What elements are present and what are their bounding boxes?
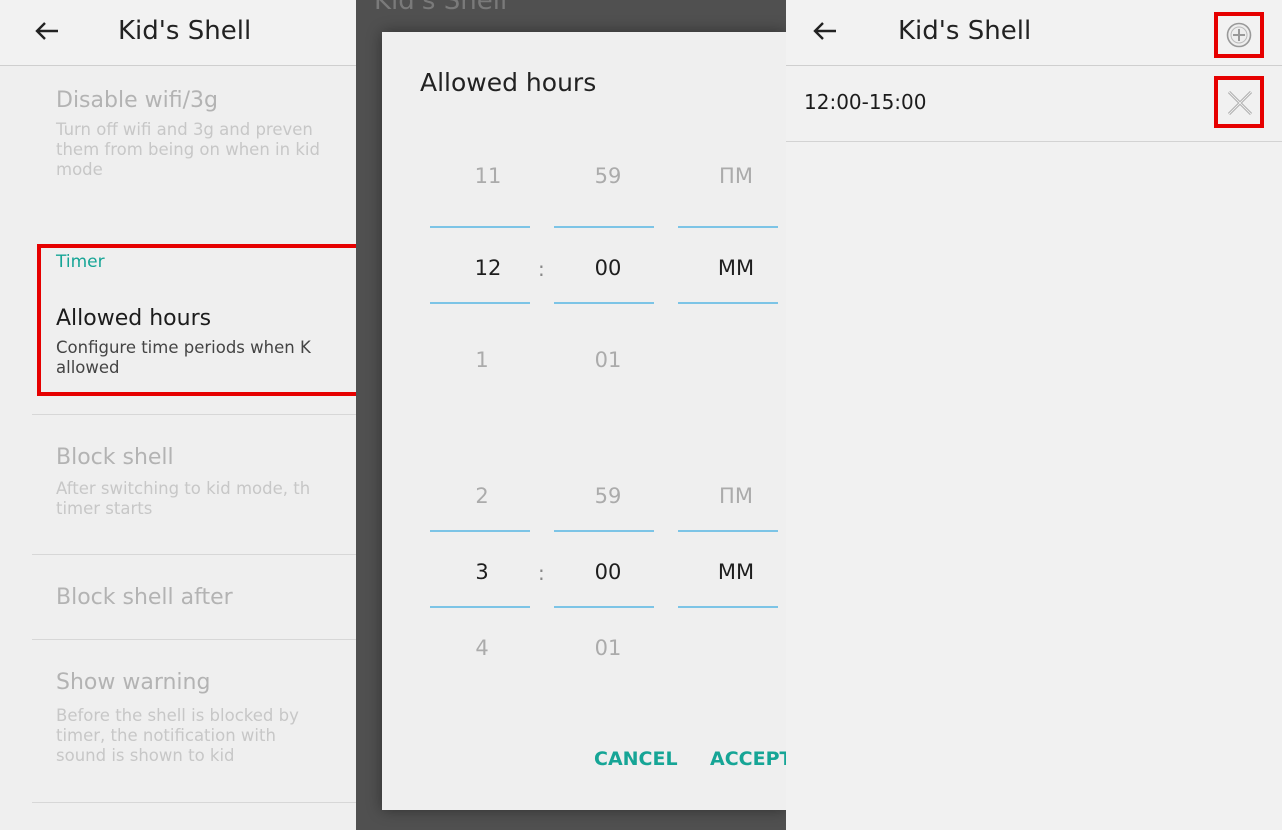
picker-divider bbox=[678, 302, 778, 304]
end-hour-prev[interactable]: 2 bbox=[452, 484, 512, 508]
start-hour-selected[interactable]: 12 bbox=[458, 256, 518, 280]
end-hour-next[interactable]: 4 bbox=[452, 636, 512, 660]
end-hour-selected[interactable]: 3 bbox=[452, 560, 512, 584]
end-minute-next[interactable]: 01 bbox=[578, 636, 638, 660]
start-minute-next[interactable]: 01 bbox=[578, 348, 638, 372]
pref-title: Show warning bbox=[56, 670, 211, 695]
time-colon: : bbox=[538, 257, 545, 281]
picker-divider bbox=[554, 302, 654, 304]
start-ampm-selected[interactable]: ММ bbox=[706, 256, 766, 280]
arrow-left-icon[interactable] bbox=[808, 14, 842, 48]
close-x-icon bbox=[1227, 90, 1253, 116]
pref-title: Block shell bbox=[56, 445, 174, 470]
accept-button[interactable]: ACCEPT bbox=[710, 748, 786, 770]
app-bar: Kid's Shell bbox=[786, 0, 1286, 66]
picker-divider bbox=[554, 606, 654, 608]
delete-period-button[interactable] bbox=[1214, 76, 1264, 128]
highlight-box bbox=[37, 244, 360, 396]
edge-divider bbox=[1282, 0, 1286, 830]
pref-summary: Turn off wifi and 3g and preven them fro… bbox=[56, 120, 320, 179]
picker-divider bbox=[430, 302, 530, 304]
list-item[interactable]: 12:00-15:00 bbox=[786, 66, 1286, 142]
page-title: Kid's Shell bbox=[898, 16, 1032, 46]
dimmed-title: Kid's Shell bbox=[374, 0, 508, 16]
start-hour-prev[interactable]: 11 bbox=[458, 164, 518, 188]
settings-panel: Kid's Shell Disable wifi/3g Turn off wif… bbox=[0, 0, 360, 830]
end-minute-selected[interactable]: 00 bbox=[578, 560, 638, 584]
app-bar: Kid's Shell bbox=[0, 0, 360, 66]
add-period-button[interactable] bbox=[1214, 12, 1264, 58]
page-title: Kid's Shell bbox=[118, 16, 252, 46]
allowed-hours-dialog: Allowed hours 11 59 ПМ 12 : 00 ММ 1 01 2… bbox=[382, 32, 786, 810]
start-hour-next[interactable]: 1 bbox=[452, 348, 512, 372]
pref-show-warning[interactable]: Show warning Before the shell is blocked… bbox=[32, 640, 360, 803]
picker-divider bbox=[678, 530, 778, 532]
pref-block-shell-after[interactable]: Block shell after bbox=[32, 555, 360, 640]
picker-divider bbox=[678, 606, 778, 608]
picker-divider bbox=[430, 226, 530, 228]
time-colon: : bbox=[538, 561, 545, 585]
plus-circle-icon bbox=[1226, 22, 1252, 48]
end-ampm-prev[interactable]: ПМ bbox=[706, 484, 766, 508]
pref-title: Block shell after bbox=[56, 585, 233, 610]
end-ampm-selected[interactable]: ММ bbox=[706, 560, 766, 584]
period-value: 12:00-15:00 bbox=[804, 90, 927, 114]
dialog-scrim: Kid's Shell Allowed hours 11 59 ПМ 12 : … bbox=[356, 0, 786, 830]
arrow-left-icon[interactable] bbox=[30, 14, 64, 48]
pref-block-shell[interactable]: Block shell After switching to kid mode,… bbox=[32, 415, 360, 555]
pref-title: Disable wifi/3g bbox=[56, 88, 218, 113]
pref-summary: Before the shell is blocked by timer, th… bbox=[56, 706, 299, 765]
pref-disable-wifi[interactable]: Disable wifi/3g Turn off wifi and 3g and… bbox=[32, 66, 360, 226]
allowed-hours-panel: Kid's Shell 12:00-15:00 bbox=[786, 0, 1286, 830]
dialog-title: Allowed hours bbox=[420, 68, 597, 97]
pref-summary: After switching to kid mode, th timer st… bbox=[56, 479, 311, 518]
picker-divider bbox=[430, 530, 530, 532]
picker-divider bbox=[430, 606, 530, 608]
start-ampm-prev[interactable]: ПМ bbox=[706, 164, 766, 188]
picker-divider bbox=[678, 226, 778, 228]
start-minute-prev[interactable]: 59 bbox=[578, 164, 638, 188]
picker-divider bbox=[554, 226, 654, 228]
end-minute-prev[interactable]: 59 bbox=[578, 484, 638, 508]
start-minute-selected[interactable]: 00 bbox=[578, 256, 638, 280]
cancel-button[interactable]: CANCEL bbox=[594, 748, 678, 770]
picker-divider bbox=[554, 530, 654, 532]
